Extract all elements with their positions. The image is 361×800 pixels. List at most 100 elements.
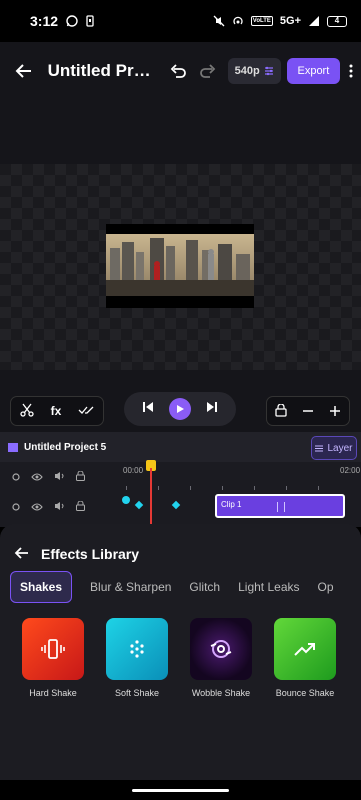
tab-op[interactable]: Op [318, 580, 334, 594]
layer-button[interactable]: Layer [311, 436, 357, 460]
status-system-icons: VoLTE 5G+ 4 [213, 15, 347, 27]
network-label: 5G+ [279, 15, 301, 27]
visibility-toggle[interactable] [31, 498, 43, 516]
lock-icon [76, 500, 85, 511]
keyframe-marker[interactable] [122, 496, 130, 504]
zoom-out-button[interactable] [302, 401, 314, 422]
effect-thumbnail [274, 618, 336, 680]
ruler-tick [286, 486, 287, 490]
status-bar: 3:12 VoLTE 5G+ 4 [0, 0, 361, 42]
effect-hard-shake[interactable]: Hard Shake [10, 618, 96, 698]
layer-label: Layer [327, 442, 353, 454]
circle-icon [12, 503, 20, 511]
track-lock-toggle[interactable] [76, 468, 85, 486]
app-bar: Untitled Project 5 540p Export [0, 42, 361, 100]
ruler-end-label: 02:00 [340, 466, 361, 475]
export-button[interactable]: Export [286, 58, 341, 84]
video-preview[interactable] [106, 224, 254, 308]
clapperboard-icon [8, 442, 18, 452]
lock-icon [275, 402, 287, 417]
skip-next-icon [207, 402, 218, 412]
sheet-back-button[interactable] [14, 546, 29, 563]
lock-button[interactable] [275, 401, 287, 422]
volume-icon [55, 472, 64, 480]
arrow-left-icon [15, 64, 31, 78]
keyframe-diamond[interactable] [171, 500, 181, 510]
keyframe-diamond[interactable] [134, 500, 144, 510]
system-nav-bar [0, 780, 361, 800]
back-button[interactable] [0, 42, 48, 100]
effect-label: Bounce Shake [275, 688, 335, 698]
visibility-toggle[interactable] [31, 468, 43, 486]
track-lock-toggle[interactable] [76, 498, 85, 516]
more-options-button[interactable] [340, 57, 361, 85]
ruler-tick [318, 486, 319, 490]
effect-label: Wobble Shake [191, 688, 251, 698]
track-select-button[interactable] [12, 498, 20, 516]
track-controls-row-1 [0, 462, 118, 492]
sheet-header: Effects Library [0, 534, 361, 574]
playhead[interactable] [150, 468, 152, 532]
audio-toggle[interactable] [54, 468, 65, 486]
ruler-start-label: 00:00 [123, 466, 144, 475]
skip-previous-icon [142, 402, 153, 412]
timeline: Untitled Project 5 Layer 00:00 02:00 Cli… [0, 432, 361, 532]
edit-tools-group: fx [10, 396, 104, 426]
zoom-in-button[interactable] [329, 401, 341, 422]
keyframe-button[interactable] [78, 404, 94, 418]
effect-thumbnail [190, 618, 252, 680]
project-title[interactable]: Untitled Project 5 [48, 61, 153, 81]
ruler-tick [158, 486, 159, 490]
phone-vibrate-icon [41, 639, 65, 659]
effect-bounce-shake[interactable]: Bounce Shake [262, 618, 348, 698]
split-button[interactable] [19, 403, 34, 420]
play-icon [176, 405, 184, 413]
clip-item[interactable]: Clip 1 [215, 494, 345, 518]
mute-icon [213, 15, 225, 27]
home-gesture-handle[interactable] [132, 789, 229, 792]
clip-label: Clip 1 [221, 500, 242, 509]
status-time: 3:12 [30, 13, 59, 29]
track-controls-row-2 [0, 492, 118, 522]
effect-label: Soft Shake [114, 688, 160, 698]
playback-controls [124, 392, 236, 426]
volume-icon [55, 502, 64, 510]
track-select-button[interactable] [12, 468, 20, 486]
list-icon [315, 444, 324, 452]
status-notification-icons [66, 15, 96, 27]
skip-end-button[interactable] [206, 400, 218, 418]
skip-start-button[interactable] [142, 400, 154, 418]
dots-scatter-icon [130, 640, 144, 658]
effects-grid: Hard Shake Soft Shake Wobble Shake Bounc… [0, 618, 361, 714]
tab-shakes[interactable]: Shakes [10, 571, 73, 603]
tab-glitch[interactable]: Glitch [189, 580, 220, 594]
undo-button[interactable] [164, 57, 191, 85]
eye-icon [31, 503, 43, 511]
redo-button[interactable] [195, 57, 222, 85]
scissors-icon [19, 403, 34, 417]
trend-up-icon [294, 643, 315, 656]
controls-bar: fx [0, 390, 361, 432]
more-vert-icon [349, 64, 353, 78]
tune-icon [264, 66, 273, 76]
play-button[interactable] [168, 398, 191, 420]
drag-handle-icon[interactable] [277, 502, 285, 512]
effect-soft-shake[interactable]: Soft Shake [94, 618, 180, 698]
timeline-track[interactable]: Clip 1 [118, 494, 361, 520]
effect-wobble-shake[interactable]: Wobble Shake [178, 618, 264, 698]
effect-thumbnail [22, 618, 84, 680]
redo-icon [200, 64, 216, 78]
audio-toggle[interactable] [54, 498, 65, 516]
wobble-ring-icon [210, 640, 232, 658]
tab-light-leaks[interactable]: Light Leaks [238, 580, 299, 594]
minus-icon [302, 409, 313, 412]
effect-label: Hard Shake [29, 688, 77, 698]
plus-icon [330, 405, 341, 416]
tab-blur-sharpen[interactable]: Blur & Sharpen [90, 580, 171, 594]
volte-badge: VoLTE [250, 16, 273, 26]
battery-icon: 4 [327, 15, 347, 27]
resolution-button[interactable]: 540p [227, 58, 281, 84]
signal-icon [309, 16, 319, 26]
effects-button[interactable]: fx [51, 404, 62, 418]
arrow-left-icon [14, 546, 28, 559]
